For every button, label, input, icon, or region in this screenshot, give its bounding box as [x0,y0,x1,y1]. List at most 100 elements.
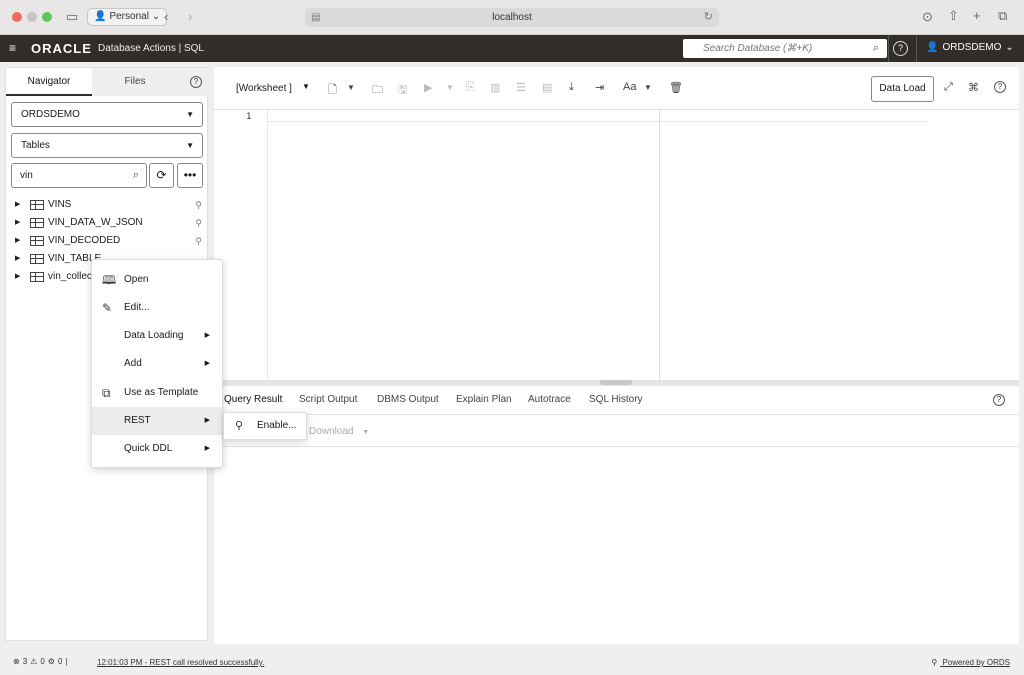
filter-input[interactable]: vin ⌕ [11,163,147,188]
tab-explain-plan[interactable]: Explain Plan [456,394,512,405]
menu-item-edit[interactable]: ✎ Edit... [92,294,222,322]
tab-sql-history[interactable]: SQL History [589,394,643,405]
format-icon[interactable]: ⇥ [595,81,604,94]
menu-item-enable[interactable]: Enable... [257,413,296,439]
caret-down-icon[interactable]: ▼ [446,83,454,92]
forward-arrow-icon[interactable]: › [188,10,192,24]
plug-icon: ⚲ [235,420,244,432]
search-icon: ⌕ [132,169,139,181]
refresh-button[interactable]: ⟳ [149,163,174,188]
table-icon [30,254,44,264]
profile-selector[interactable]: 👤 Personal ⌄ [87,8,168,26]
new-file-icon[interactable]: 🗋 [328,81,337,100]
open-folder-icon[interactable]: 🗀 [372,81,383,100]
powered-by-link[interactable]: ⚲ Powered by ORDS [931,658,1010,667]
user-icon: 👤 [926,42,939,53]
back-arrow-icon[interactable]: ‹ [164,10,168,24]
save-icon[interactable]: 🖫 [398,81,407,100]
site-settings-icon[interactable]: ▤ [311,8,320,27]
trash-icon[interactable]: 🗑 [669,81,683,94]
chevron-down-icon: ⌄ [1005,42,1014,53]
tab-files[interactable]: Files [92,68,178,96]
caret-down-icon: ▼ [362,429,370,436]
expand-icon[interactable]: ⤢ [944,81,953,94]
help-icon[interactable]: ? [994,81,1006,93]
submenu-arrow-icon: ▶ [204,332,210,339]
tab-overview-icon[interactable]: ⧉ [998,9,1007,23]
tab-navigator[interactable]: Navigator [6,68,92,96]
editor-divider [659,110,660,380]
autotrace-icon[interactable]: ☰ [516,81,526,94]
status-bar: ⊗ 3 ⚠ 0 ⚙ 0 | 12:01:03 PM - REST call re… [0,650,1024,675]
refresh-icon: ⟳ [156,168,167,182]
rest-plug-icon: ⚲ [195,200,202,210]
sql-editor[interactable]: 1 [214,110,1019,380]
hamburger-menu-icon[interactable]: ≡ [9,41,16,55]
run-icon[interactable]: ▶ [424,81,432,94]
object-type-select[interactable]: Tables ▼ [11,133,203,158]
tab-dbms-output[interactable]: DBMS Output [377,394,439,405]
menu-item-data-loading[interactable]: Data Loading ▶ [92,322,222,350]
maximize-window-button[interactable] [42,12,52,22]
tab-autotrace[interactable]: Autotrace [528,394,571,405]
text-case-icon[interactable]: Aa [623,81,636,93]
run-script-icon[interactable]: ⎘ [466,81,475,94]
menu-item-rest[interactable]: REST ▶ [92,407,222,435]
sidebar-toggle-icon[interactable]: ▭ [66,10,78,24]
expand-arrow-icon[interactable]: ▶ [15,268,20,286]
tree-item[interactable]: ▶ VIN_DECODED ⚲ [12,232,202,250]
expand-arrow-icon[interactable]: ▶ [15,232,20,250]
menu-item-add[interactable]: Add ▶ [92,350,222,378]
search-icon[interactable]: ⌕ [873,39,879,58]
caret-down-icon[interactable]: ▼ [644,83,652,92]
person-icon: 👤 [94,11,107,22]
submenu-arrow-icon: ▶ [204,445,210,452]
gear-icon: ⚙ [47,657,55,666]
tab-query-result[interactable]: Query Result [224,394,282,405]
table-icon [30,272,44,282]
header-divider [888,35,889,62]
explain-plan-icon[interactable]: ▥ [490,81,500,94]
close-window-button[interactable] [12,12,22,22]
copy-icon: ⧉ [102,386,111,400]
commit-icon[interactable]: ▤ [542,81,552,94]
tab-script-output[interactable]: Script Output [299,394,357,405]
chevron-down-icon: ⌄ [151,11,161,22]
download-icon[interactable]: ⤓ [569,81,574,94]
caret-down-icon: ▼ [186,141,194,150]
table-icon [30,236,44,246]
expand-arrow-icon[interactable]: ▶ [15,250,20,268]
new-tab-icon[interactable]: + [973,9,981,23]
status-message[interactable]: 12:01:03 PM - REST call resolved success… [97,658,264,667]
reload-icon[interactable]: ↻ [704,8,713,27]
minimize-window-button[interactable] [27,12,37,22]
expand-arrow-icon[interactable]: ▶ [15,196,20,214]
help-icon[interactable]: ? [993,394,1005,406]
user-menu[interactable]: 👤 ORDSDEMO ⌄ [926,42,1014,53]
menu-item-use-as-template[interactable]: ⧉ Use as Template [92,379,222,407]
download-button[interactable]: Download ▼ [309,426,369,437]
tree-item[interactable]: ▶ VIN_DATA_W_JSON ⚲ [12,214,202,232]
address-bar[interactable]: ▤ localhost ↻ [305,8,719,27]
binoculars-icon[interactable]: ⌘ [968,81,979,94]
schema-select[interactable]: ORDSDEMO ▼ [11,102,203,127]
splitter-grip[interactable] [600,380,632,385]
help-icon[interactable]: ? [190,76,202,88]
tree-item[interactable]: ▶ VINS ⚲ [12,196,202,214]
current-line [268,110,928,122]
downloads-icon[interactable]: ⊙ [922,10,933,24]
worksheet-selector[interactable]: [Worksheet ] [236,83,292,94]
menu-item-open[interactable]: 🕮 Open [92,266,222,294]
line-number: 1 [246,112,252,122]
expand-arrow-icon[interactable]: ▶ [15,214,20,232]
oracle-logo: ORACLE [31,41,92,56]
help-icon[interactable]: ? [893,41,908,56]
caret-down-icon[interactable]: ▼ [347,83,355,92]
menu-item-quick-ddl[interactable]: Quick DDL ▶ [92,435,222,463]
caret-down-icon[interactable]: ▼ [302,82,310,91]
more-actions-button[interactable]: ••• [177,163,203,188]
search-database-input[interactable]: Search Database (⌘+K) ⌕ [683,39,887,58]
status-counts[interactable]: ⊗ 3 ⚠ 0 ⚙ 0 | [13,657,67,666]
share-icon[interactable]: ⇧ [948,9,959,23]
data-load-button[interactable]: Data Load [871,76,934,102]
